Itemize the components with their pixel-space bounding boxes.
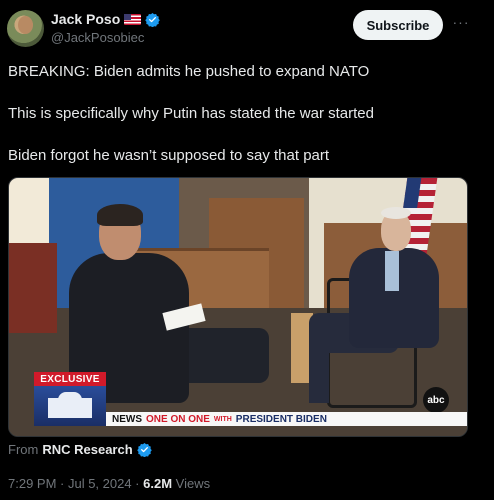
show-with: WITH: [213, 415, 232, 423]
show-title: ONE ON ONE: [146, 413, 210, 425]
shirt: [385, 251, 399, 291]
lower-third-banner: NEWS ONE ON ONE WITH PRESIDENT BIDEN: [106, 412, 467, 426]
author-handle[interactable]: @JackPosobiec: [51, 30, 144, 45]
show-guest: PRESIDENT BIDEN: [235, 413, 327, 425]
subscribe-button[interactable]: Subscribe: [353, 10, 443, 40]
tweet-text-line-2: This is specifically why Putin has state…: [8, 105, 374, 122]
tweet-metadata: 7:29 PM · Jul 5, 2024 · 6.2M Views: [8, 476, 210, 491]
source-attribution: From RNC Research: [8, 442, 152, 457]
news-brand: NEWS: [112, 413, 142, 425]
exclusive-badge: EXCLUSIVE: [34, 372, 106, 386]
tweet-header: Jack Poso @JackPosobiec Subscribe ···: [0, 0, 494, 56]
us-flag-icon: [124, 13, 142, 25]
views-label: Views: [175, 476, 211, 491]
tweet-text-line-3: Biden forgot he wasn’t supposed to say t…: [8, 147, 330, 164]
source-prefix: From: [8, 442, 39, 457]
views-count: 6.2M: [143, 476, 173, 491]
shin: [309, 343, 329, 403]
building: [48, 398, 92, 418]
hair: [97, 204, 143, 226]
tweet-timestamp[interactable]: 7:29 PM · Jul 5, 2024 ·: [8, 476, 140, 491]
author-name-line[interactable]: Jack Poso: [51, 10, 161, 28]
network-logo: abc: [423, 387, 449, 413]
author-name[interactable]: Jack Poso: [51, 11, 120, 27]
source-name-link[interactable]: RNC Research: [42, 442, 132, 457]
avatar[interactable]: [7, 10, 44, 47]
verified-badge-icon: [136, 442, 152, 457]
tweet-text-line-1: BREAKING: Biden admits he pushed to expa…: [8, 63, 370, 80]
hair: [381, 207, 411, 219]
bookcase-left: [9, 243, 57, 333]
white-house-graphic: [34, 386, 106, 426]
verified-badge-icon[interactable]: [145, 12, 161, 27]
more-options-icon[interactable]: ···: [452, 12, 470, 32]
embedded-video[interactable]: EXCLUSIVE abc NEWS ONE ON ONE WITH PRESI…: [8, 177, 468, 437]
